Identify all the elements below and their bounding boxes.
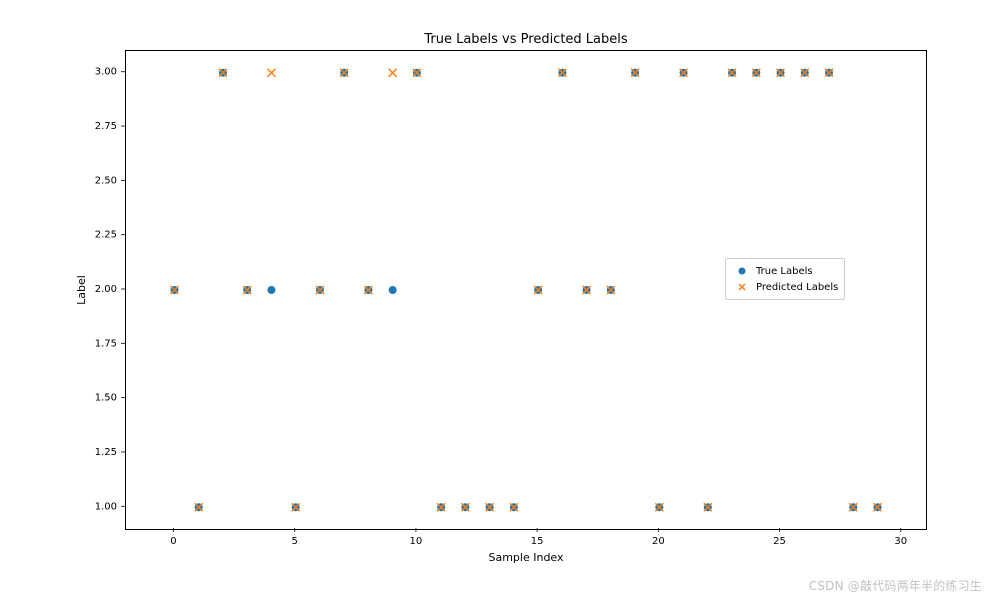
legend-item-true: True Labels bbox=[732, 263, 838, 279]
true-point bbox=[267, 286, 275, 294]
y-tick-label: 2.50 bbox=[95, 175, 117, 186]
x-icon bbox=[732, 281, 752, 293]
figure: True Labels vs Predicted Labels Sample I… bbox=[0, 0, 1000, 600]
legend-label-true: True Labels bbox=[756, 266, 813, 277]
y-tick-label: 1.25 bbox=[95, 447, 117, 458]
y-tick-label: 2.00 bbox=[95, 284, 117, 295]
y-tick-label: 1.00 bbox=[95, 501, 117, 512]
y-tick-label: 2.25 bbox=[95, 230, 117, 241]
legend: True Labels Predicted Labels bbox=[725, 258, 845, 300]
x-axis-label: Sample Index bbox=[125, 551, 927, 564]
pred-point bbox=[389, 69, 397, 77]
legend-item-pred: Predicted Labels bbox=[732, 279, 838, 295]
true-point bbox=[389, 286, 397, 294]
x-tick-label: 20 bbox=[652, 536, 665, 547]
x-tick-label: 10 bbox=[410, 536, 423, 547]
x-tick-label: 30 bbox=[894, 536, 907, 547]
x-tick-label: 15 bbox=[531, 536, 544, 547]
pred-point bbox=[267, 69, 275, 77]
y-tick-label: 1.50 bbox=[95, 393, 117, 404]
circle-icon bbox=[732, 265, 752, 277]
y-axis-label: Label bbox=[75, 50, 89, 530]
x-tick-label: 0 bbox=[170, 536, 176, 547]
y-tick-label: 3.00 bbox=[95, 67, 117, 78]
legend-label-pred: Predicted Labels bbox=[756, 282, 838, 293]
watermark: CSDN @敲代码两年半的练习生 bbox=[809, 577, 982, 594]
x-tick-label: 25 bbox=[773, 536, 786, 547]
y-tick-label: 1.75 bbox=[95, 338, 117, 349]
x-tick-label: 5 bbox=[292, 536, 298, 547]
y-tick-label: 2.75 bbox=[95, 121, 117, 132]
chart-title: True Labels vs Predicted Labels bbox=[125, 32, 927, 47]
